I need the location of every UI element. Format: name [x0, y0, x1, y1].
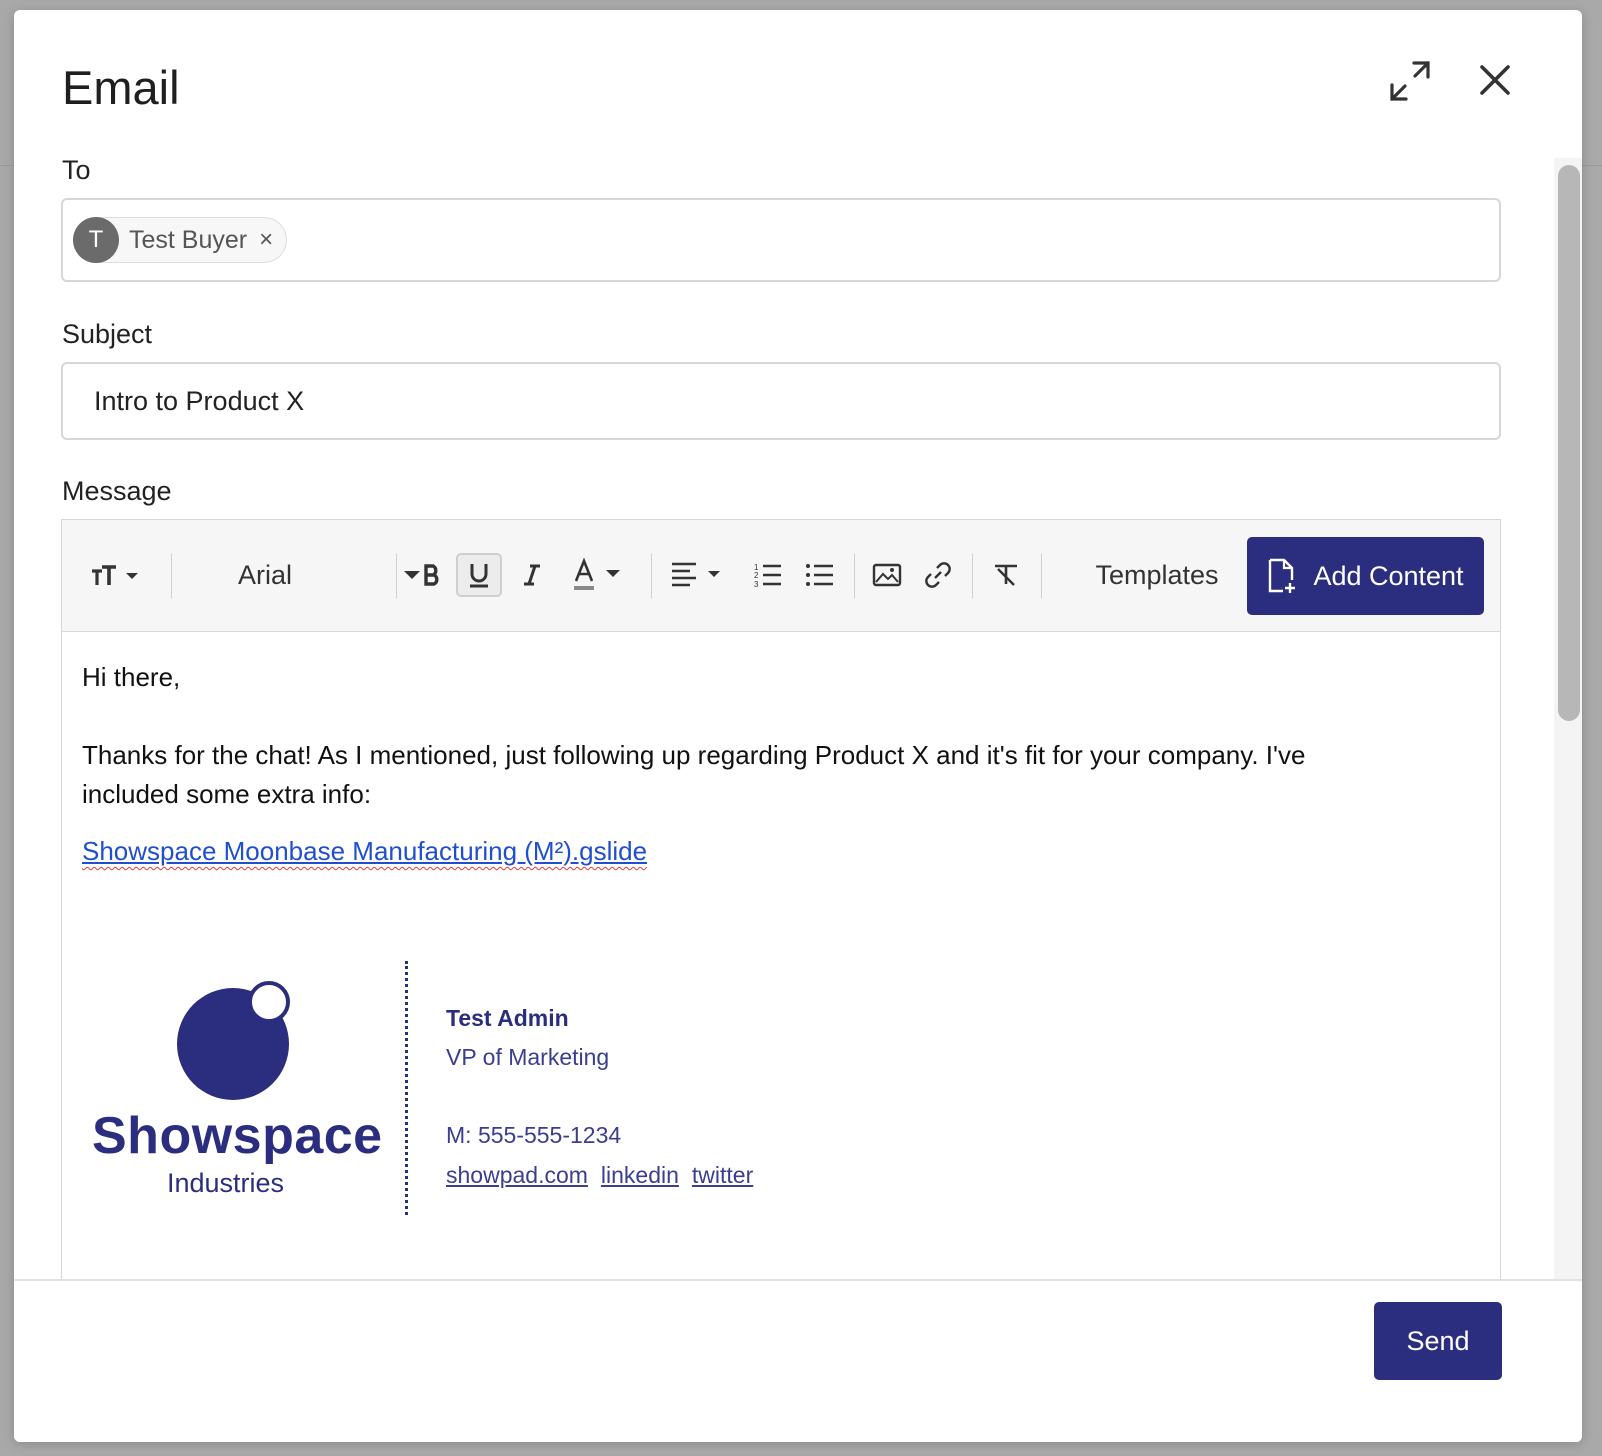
attached-content-link-text: Showspace Moonbase Manufacturing (M²).gs…	[82, 836, 648, 866]
background-divider	[1582, 165, 1602, 166]
signature-links: showpad.com linkedin twitter	[446, 1162, 753, 1189]
clear-formatting-button[interactable]	[986, 550, 1026, 600]
paragraph-line-2: included some extra info:	[82, 779, 372, 809]
align-button[interactable]	[666, 550, 730, 600]
add-content-button[interactable]: Add Content	[1247, 537, 1484, 615]
message-editor[interactable]: Arial 1 2 3 Templates Add Content Hi the…	[61, 519, 1501, 1279]
message-label: Message	[62, 476, 172, 506]
signature-link-linkedin[interactable]: linkedin	[601, 1162, 679, 1189]
modal-footer	[14, 1279, 1582, 1442]
italic-icon	[524, 564, 540, 586]
greeting-text: Hi there,	[82, 662, 181, 692]
paragraph-line-1: Thanks for the chat! As I mentioned, jus…	[82, 740, 1306, 770]
subject-input[interactable]: Intro to Product X	[61, 362, 1501, 440]
underline-icon	[470, 564, 488, 588]
italic-button[interactable]	[512, 550, 552, 600]
font-family-select[interactable]: Arial	[222, 550, 422, 600]
bullet-list-button[interactable]	[800, 550, 840, 600]
bold-button[interactable]	[412, 550, 452, 600]
avatar: T	[73, 217, 119, 263]
recipient-chip[interactable]: T Test Buyer ×	[73, 217, 287, 263]
bold-icon	[424, 564, 439, 586]
text-color-button[interactable]	[567, 550, 633, 600]
svg-text:3: 3	[754, 580, 759, 588]
scrollbar-thumb[interactable]	[1558, 165, 1580, 721]
font-family-value: Arial	[238, 559, 293, 590]
attached-content-link[interactable]: Showspace Moonbase Manufacturing (M²).gs…	[82, 836, 647, 867]
toolbar-divider	[972, 554, 973, 598]
toolbar-divider	[651, 554, 652, 598]
logo-moon-shape	[248, 981, 290, 1023]
expand-button[interactable]	[1384, 55, 1436, 107]
clear-formatting-icon	[995, 564, 1017, 586]
email-modal: Email To T Test Buyer × Subject Intro to…	[14, 10, 1582, 1442]
to-label: To	[62, 155, 91, 185]
recipient-name: Test Buyer	[129, 225, 248, 254]
insert-link-button[interactable]	[918, 550, 958, 600]
signature-link-website[interactable]: showpad.com	[446, 1162, 588, 1189]
editor-toolbar: Arial 1 2 3 Templates Add Content	[62, 520, 1500, 632]
close-icon	[1480, 65, 1510, 95]
send-button[interactable]: Send	[1374, 1302, 1502, 1380]
bullet-list-icon	[806, 564, 833, 586]
signature-name: Test Admin	[446, 1005, 569, 1031]
close-button[interactable]	[1469, 54, 1521, 106]
modal-title: Email	[62, 61, 180, 114]
insert-image-button[interactable]	[867, 550, 907, 600]
svg-text:2: 2	[754, 571, 759, 580]
toolbar-divider	[854, 554, 855, 598]
templates-button[interactable]: Templates	[1082, 550, 1232, 600]
underline-button[interactable]	[456, 553, 502, 597]
toolbar-divider	[396, 554, 397, 598]
ordered-list-icon: 1 2 3	[754, 563, 781, 588]
signature-link-twitter[interactable]: twitter	[692, 1162, 753, 1189]
signature-divider	[405, 961, 408, 1215]
background-divider	[0, 165, 14, 166]
signature-title: VP of Marketing	[446, 1044, 610, 1070]
add-content-label: Add Content	[1313, 560, 1464, 591]
text-size-button[interactable]	[86, 550, 146, 600]
to-field[interactable]: T Test Buyer ×	[61, 198, 1501, 282]
add-file-icon	[1269, 558, 1296, 593]
remove-recipient-icon[interactable]: ×	[259, 226, 273, 254]
subject-label: Subject	[62, 319, 153, 349]
logo-subtitle: Industries	[167, 1168, 285, 1198]
align-left-icon	[672, 562, 720, 587]
toolbar-divider	[1041, 554, 1042, 598]
ordered-list-button[interactable]: 1 2 3	[748, 550, 788, 600]
link-icon	[925, 562, 951, 588]
toolbar-divider	[171, 554, 172, 598]
image-icon	[872, 563, 902, 587]
text-size-icon	[92, 565, 138, 585]
expand-icon	[1390, 61, 1430, 101]
logo-wordmark: Showspace	[92, 1107, 383, 1165]
text-color-icon	[574, 557, 620, 590]
signature-phone: M: 555-555-1234	[446, 1122, 622, 1148]
